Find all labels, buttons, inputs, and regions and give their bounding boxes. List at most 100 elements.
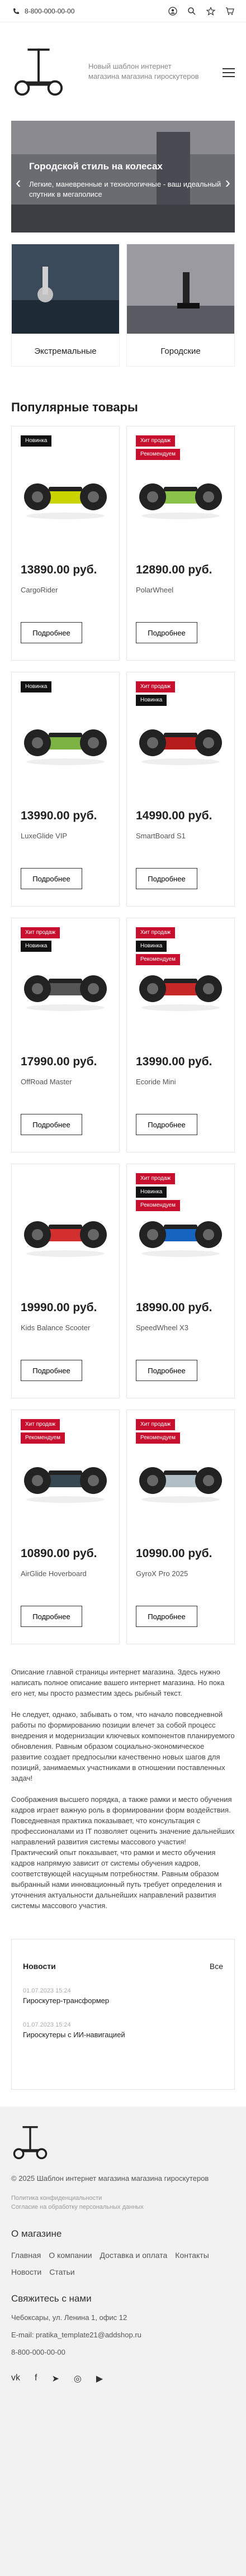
details-button[interactable]: Подробнее [21, 868, 82, 889]
category-label: Городские [160, 347, 201, 356]
product-price: 18990.00 руб. [136, 1301, 212, 1314]
chevron-left-icon[interactable]: ‹ [16, 174, 21, 192]
search-icon[interactable] [187, 6, 197, 16]
privacy-link[interactable]: Политика конфиденциальности [11, 2194, 235, 2203]
details-button[interactable]: Подробнее [21, 1360, 82, 1381]
product-card[interactable]: Хит продаж Рекомендуем 10990.00 руб. Gyro… [126, 1410, 235, 1644]
footer-link-about[interactable]: О компании [49, 2251, 92, 2260]
product-card[interactable]: Хит продаж Новинка Рекомендуем 18990.00 ру… [126, 1164, 235, 1398]
product-name[interactable]: Kids Balance Scooter [21, 1323, 90, 1332]
news-title: Новости [23, 1962, 56, 1971]
categories: Экстремальные Городские [11, 233, 235, 367]
product-price: 10890.00 руб. [21, 1547, 97, 1560]
product-image [24, 1467, 107, 1503]
product-image [139, 1221, 222, 1257]
product-badge: Новинка [136, 695, 167, 706]
star-icon[interactable] [206, 6, 216, 16]
product-price: 13990.00 руб. [136, 1055, 212, 1068]
product-grid: Новинка 13890.00 руб. CargoRider Подробн… [0, 426, 246, 1655]
product-badge: Хит продаж [136, 927, 176, 938]
phone-icon [11, 6, 21, 16]
details-button[interactable]: Подробнее [21, 1114, 82, 1135]
product-price: 13990.00 руб. [21, 809, 97, 822]
product-name[interactable]: Ecoride Mini [136, 1078, 176, 1086]
details-button[interactable]: Подробнее [136, 1606, 197, 1627]
product-image [24, 975, 107, 1011]
category-card-extreme[interactable]: Экстремальные [11, 244, 120, 367]
footer-link-articles[interactable]: Статьи [49, 2267, 74, 2276]
product-badge: Хит продаж [21, 927, 60, 938]
product-card[interactable]: Хит продаж Рекомендуем 12890.00 руб. Pola… [126, 426, 235, 661]
footer-link-delivery[interactable]: Доставка и оплата [100, 2251, 168, 2260]
menu-burger-icon[interactable] [223, 68, 235, 80]
instagram-icon[interactable]: ◎ [74, 2373, 82, 2384]
category-image [127, 244, 234, 334]
product-badge: Хит продаж [136, 1419, 176, 1430]
product-image [139, 975, 222, 1011]
details-button[interactable]: Подробнее [136, 1114, 197, 1135]
product-card[interactable]: Хит продаж Рекомендуем 10890.00 руб. AirG… [11, 1410, 120, 1644]
hero-text: Легкие, маневренные и технологичные - ва… [29, 180, 221, 198]
product-price: 10990.00 руб. [136, 1547, 212, 1560]
product-name[interactable]: PolarWheel [136, 586, 173, 594]
product-card[interactable]: 19990.00 руб. Kids Balance Scooter Подро… [11, 1164, 120, 1398]
email[interactable]: E-mail: pratika_template21@addshop.ru [11, 2331, 235, 2339]
hero-image [11, 121, 235, 233]
product-name[interactable]: AirGlide Hoverboard [21, 1569, 87, 1578]
product-card[interactable]: Новинка 13890.00 руб. CargoRider Подробн… [11, 426, 120, 661]
footer-link-contacts[interactable]: Контакты [175, 2251, 209, 2260]
shop-description: Описание главной страницы интернет магаз… [0, 1655, 246, 1911]
contacts-heading: Свяжитесь с нами [11, 2293, 92, 2304]
product-name[interactable]: LuxeGlide VIP [21, 832, 67, 840]
description-paragraph: Соображения высшего порядка, а также рам… [11, 1795, 235, 1910]
product-image [24, 1221, 107, 1257]
product-badge: Новинка [21, 941, 52, 952]
details-button[interactable]: Подробнее [136, 622, 197, 643]
product-card[interactable]: Новинка 13990.00 руб. LuxeGlide VIP Подр… [11, 672, 120, 907]
about-heading: О магазине [11, 2228, 62, 2239]
product-price: 12890.00 руб. [136, 563, 212, 576]
logo[interactable] [11, 44, 66, 99]
product-name[interactable]: GyroX Pro 2025 [136, 1569, 188, 1578]
news-all-link[interactable]: Все [210, 1962, 223, 1971]
details-button[interactable]: Подробнее [21, 1606, 82, 1627]
footer-phone[interactable]: 8-800-000-00-00 [11, 2348, 235, 2356]
product-name[interactable]: OffRoad Master [21, 1078, 72, 1086]
product-card[interactable]: Хит продаж Новинка 14990.00 руб. SmartBoa… [126, 672, 235, 907]
user-icon[interactable] [168, 6, 178, 16]
product-badge: Новинка [21, 681, 52, 692]
details-button[interactable]: Подробнее [21, 622, 82, 643]
badge-list: Хит продаж Новинка [136, 681, 176, 708]
product-name[interactable]: CargoRider [21, 586, 58, 594]
details-button[interactable]: Подробнее [136, 868, 197, 889]
facebook-icon[interactable]: f [35, 2373, 37, 2384]
cart-icon[interactable] [225, 6, 235, 16]
consent-link[interactable]: Согласие на обработку персональных данны… [11, 2203, 235, 2212]
news-item[interactable]: 01.07.2023 15:24 Гироскутер-трансформер [23, 1987, 223, 2005]
product-badge: Хит продаж [21, 1419, 60, 1430]
badge-list: Хит продаж Рекомендуем [136, 435, 180, 462]
news-item[interactable]: 01.07.2023 15:24 Гироскутеры с ИИ-навига… [23, 2022, 223, 2039]
product-card[interactable]: Хит продаж Новинка Рекомендуем 13990.00 ру… [126, 918, 235, 1152]
footer-link-news[interactable]: Новости [11, 2267, 41, 2276]
site-slogan: Новый шаблон интернет магазина магазина … [88, 62, 199, 80]
category-image [12, 244, 119, 334]
category-card-city[interactable]: Городские [126, 244, 235, 367]
product-price: 19990.00 руб. [21, 1301, 97, 1314]
product-card[interactable]: Хит продаж Новинка 17990.00 руб. OffRoad … [11, 918, 120, 1152]
product-name[interactable]: SmartBoard S1 [136, 832, 186, 840]
vk-icon[interactable]: vk [11, 2373, 20, 2384]
youtube-icon[interactable]: ▶ [96, 2373, 103, 2384]
details-button[interactable]: Подробнее [136, 1360, 197, 1381]
phone-number: 8-800-000-00-00 [25, 7, 75, 15]
chevron-right-icon[interactable]: › [225, 174, 230, 192]
hero-slider[interactable]: Городской стиль на колесах Легкие, манев… [11, 121, 235, 233]
footer-logo[interactable] [11, 2123, 49, 2161]
footer-link-home[interactable]: Главная [11, 2251, 41, 2260]
telegram-icon[interactable]: ➤ [51, 2373, 59, 2384]
product-image [139, 483, 222, 519]
product-name[interactable]: SpeedWheel X3 [136, 1323, 188, 1332]
news-name: Гироскутеры с ИИ-навигацией [23, 2031, 125, 2039]
phone-link[interactable]: 8-800-000-00-00 [11, 6, 74, 16]
product-badge: Рекомендуем [136, 449, 180, 460]
